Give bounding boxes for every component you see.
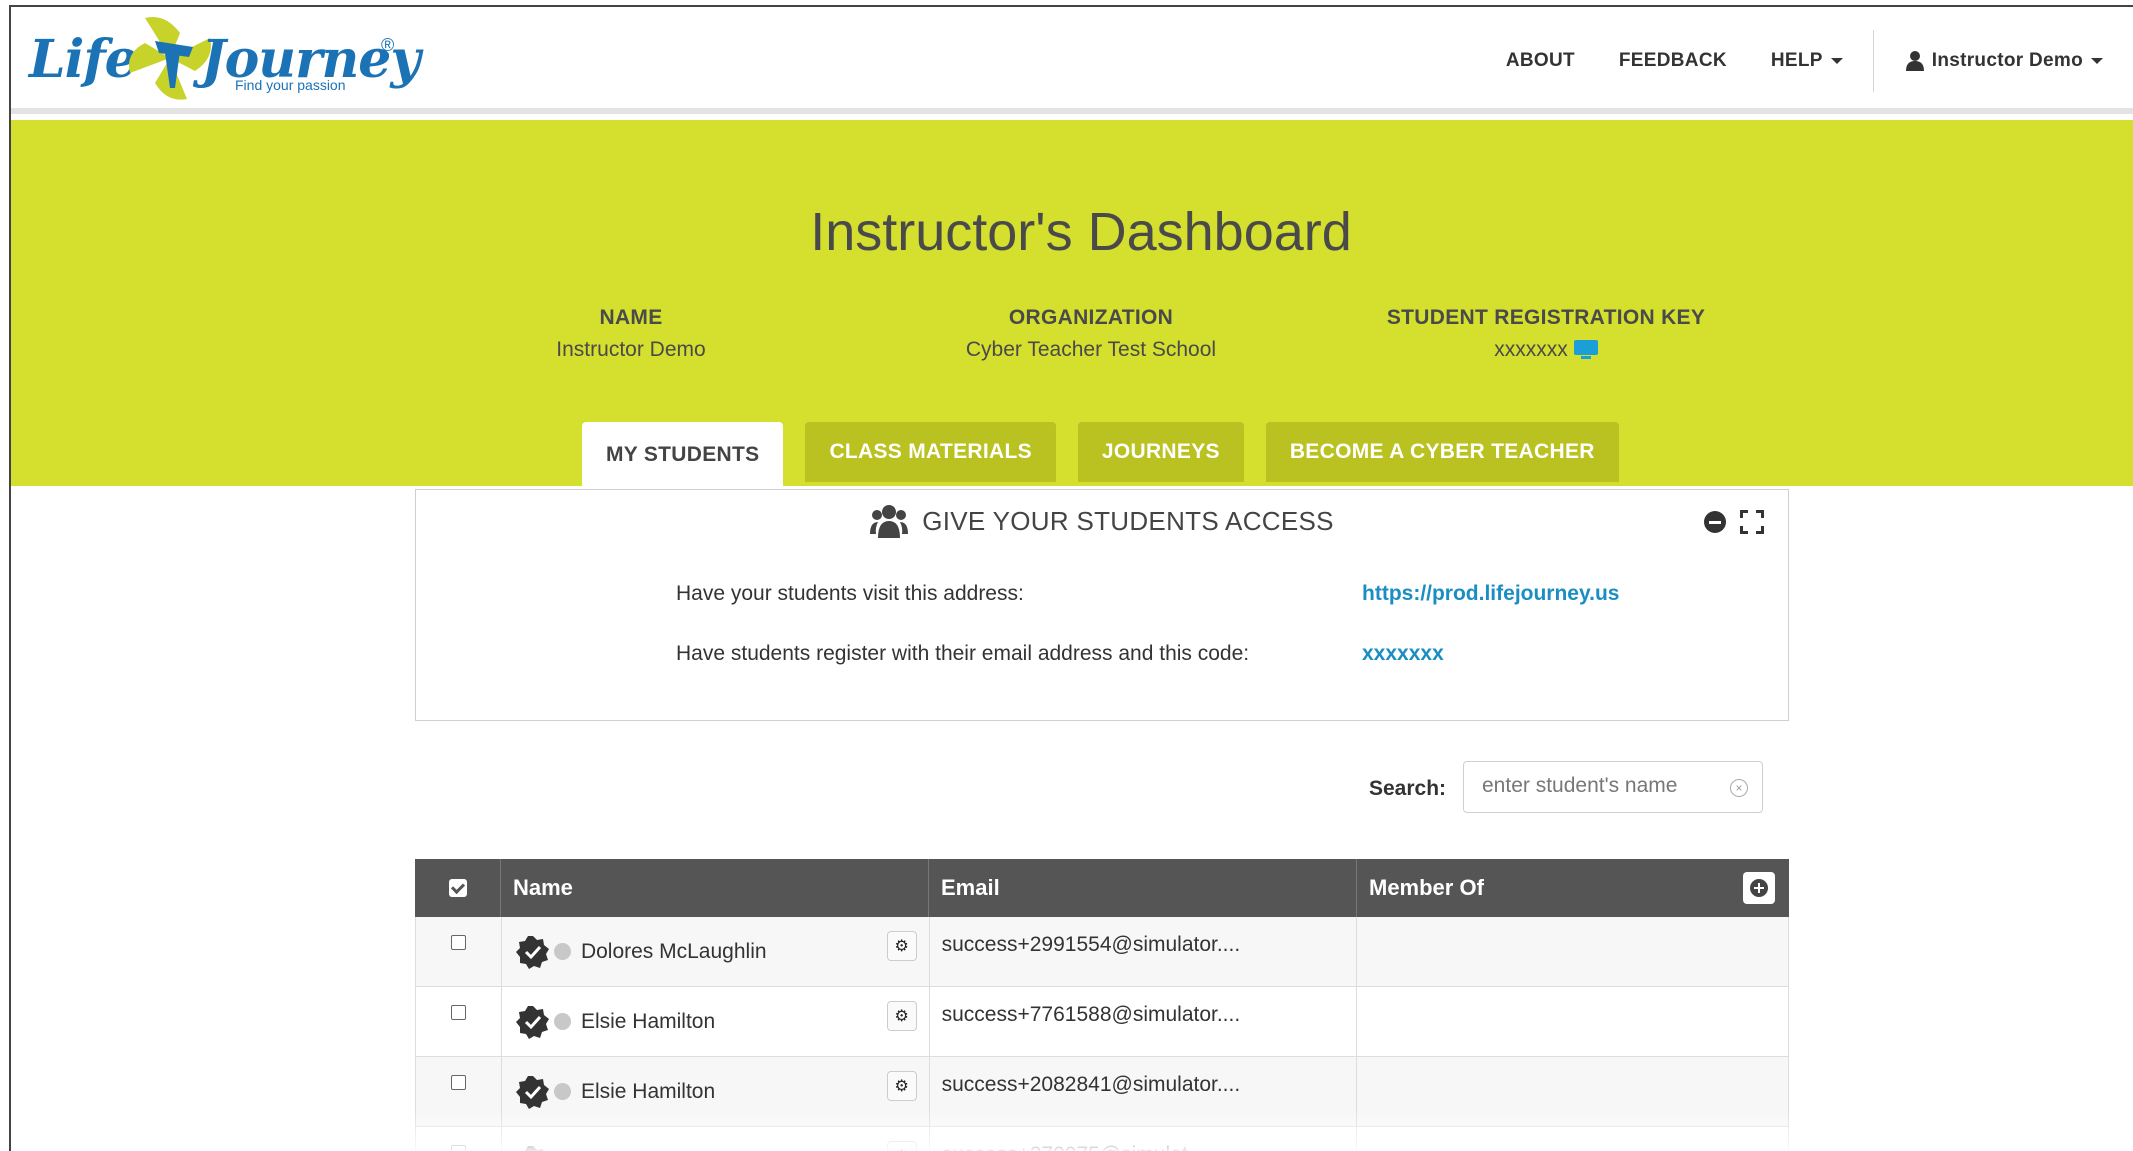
student-name-cell: Elsie Hamilton ⚙ bbox=[502, 987, 930, 1056]
monitor-icon[interactable] bbox=[1573, 340, 1598, 360]
tab-become-cyber-teacher[interactable]: BECOME A CYBER TEACHER bbox=[1265, 422, 1619, 482]
register-code-label: Have students register with their email … bbox=[676, 642, 1250, 665]
user-menu-dropdown[interactable]: Instructor Demo bbox=[1884, 50, 2133, 72]
student-email: success+2991554@simulator.... bbox=[941, 933, 1241, 956]
tab-journeys[interactable]: JOURNEYS bbox=[1077, 422, 1244, 482]
panel-tools bbox=[1704, 510, 1764, 534]
clear-search-icon[interactable]: × bbox=[1730, 779, 1748, 797]
registration-key-text: xxxxxxx bbox=[1494, 338, 1568, 361]
row-select-cell bbox=[416, 987, 502, 1056]
lifejourney-logo[interactable]: Life Journey ® Find your passion bbox=[29, 13, 421, 103]
logo-registered-mark: ® bbox=[381, 35, 395, 55]
status-dot bbox=[553, 1013, 571, 1030]
nav-feedback[interactable]: FEEDBACK bbox=[1597, 50, 1749, 72]
user-menu-label: Instructor Demo bbox=[1931, 49, 2083, 71]
verified-badge-icon bbox=[515, 1075, 550, 1109]
student-settings-button[interactable]: ⚙ bbox=[886, 1071, 917, 1101]
nav-help-dropdown[interactable]: HELP bbox=[1749, 50, 1865, 72]
search-label: Search: bbox=[1369, 777, 1447, 800]
nav-about[interactable]: ABOUT bbox=[1484, 50, 1597, 72]
gear-icon: ⚙ bbox=[894, 938, 909, 955]
student-email: success+7761588@simulator.... bbox=[941, 1003, 1241, 1026]
organization-label: ORGANIZATION bbox=[1008, 306, 1174, 329]
expand-icon[interactable] bbox=[1740, 510, 1764, 534]
registration-key-block: STUDENT REGISTRATION KEY xxxxxxx bbox=[1381, 306, 1711, 362]
register-code-link[interactable]: xxxxxxx bbox=[1362, 642, 1444, 666]
caret-down-icon bbox=[1830, 57, 1843, 64]
student-name-cell: Dolores McLaughlin ⚙ bbox=[502, 917, 930, 986]
logo-word-life: Life bbox=[29, 29, 138, 90]
gear-icon: ⚙ bbox=[894, 1078, 909, 1095]
organization-block: ORGANIZATION Cyber Teacher Test School bbox=[911, 306, 1271, 362]
plus-circle-icon bbox=[1750, 879, 1768, 897]
verified-badge-icon bbox=[515, 935, 550, 969]
nav-divider bbox=[1872, 29, 1874, 92]
student-access-panel: GIVE YOUR STUDENTS ACCESS Have your stud… bbox=[415, 489, 1789, 721]
nav-about-label: ABOUT bbox=[1505, 49, 1575, 71]
column-header-member-of: Member Of bbox=[1357, 859, 1789, 917]
bottom-fade bbox=[11, 1111, 2133, 1151]
row-select-cell bbox=[416, 917, 502, 986]
student-email-cell: success+2991554@simulator.... bbox=[930, 917, 1358, 986]
row-checkbox[interactable] bbox=[450, 1005, 466, 1020]
student-settings-button[interactable]: ⚙ bbox=[886, 1001, 917, 1031]
table-row[interactable]: Elsie Hamilton ⚙ success+7761588@simulator… bbox=[415, 987, 1789, 1057]
verified-badge-icon bbox=[515, 1005, 550, 1039]
page-title: Instructor's Dashboard bbox=[810, 202, 1352, 262]
user-icon bbox=[1905, 50, 1924, 71]
table-header: Name Email Member Of bbox=[415, 859, 1789, 917]
name-label: NAME bbox=[599, 306, 663, 329]
visit-address-label: Have your students visit this address: bbox=[676, 582, 1024, 605]
member-of-label: Member Of bbox=[1369, 875, 1484, 900]
column-header-name[interactable]: Name bbox=[501, 859, 929, 917]
status-dot bbox=[553, 1083, 571, 1100]
status-dot bbox=[553, 943, 571, 960]
collapse-icon[interactable] bbox=[1704, 511, 1726, 533]
logo-tagline: Find your passion bbox=[235, 77, 346, 93]
search-box: × bbox=[1463, 761, 1763, 813]
instructor-name-block: NAME Instructor Demo bbox=[481, 306, 781, 362]
panel-header: GIVE YOUR STUDENTS ACCESS bbox=[416, 504, 1788, 538]
row-checkbox[interactable] bbox=[450, 935, 466, 950]
dashboard-hero: Instructor's Dashboard NAME Instructor D… bbox=[11, 120, 2133, 487]
nav-help-label: HELP bbox=[1770, 49, 1823, 71]
student-name[interactable]: Elsie Hamilton bbox=[581, 1080, 715, 1104]
tab-my-students[interactable]: MY STUDENTS bbox=[582, 422, 784, 487]
dashboard-tabs: MY STUDENTS CLASS MATERIALS JOURNEYS BEC… bbox=[582, 421, 1619, 487]
student-settings-button[interactable]: ⚙ bbox=[886, 931, 917, 961]
student-name[interactable]: Elsie Hamilton bbox=[581, 1010, 715, 1034]
student-search-input[interactable] bbox=[1482, 762, 1722, 810]
top-navbar: Life Journey ® Find your passion ABOUT F… bbox=[11, 7, 2133, 114]
member-of-cell bbox=[1357, 917, 1789, 986]
name-value-text: Instructor Demo bbox=[556, 338, 706, 361]
tab-class-materials[interactable]: CLASS MATERIALS bbox=[805, 422, 1056, 482]
select-all-checkbox[interactable] bbox=[448, 879, 467, 897]
nav-feedback-label: FEEDBACK bbox=[1618, 49, 1727, 71]
users-group-icon bbox=[870, 505, 909, 538]
organization-value: Cyber Teacher Test School bbox=[911, 338, 1271, 362]
table-row[interactable]: Dolores McLaughlin ⚙ success+2991554@simul… bbox=[415, 917, 1789, 987]
student-name[interactable]: Dolores McLaughlin bbox=[581, 940, 767, 964]
organization-value-text: Cyber Teacher Test School bbox=[965, 338, 1217, 361]
column-header-email[interactable]: Email bbox=[929, 859, 1357, 917]
student-email-cell: success+7761588@simulator.... bbox=[930, 987, 1358, 1056]
gear-icon: ⚙ bbox=[894, 1008, 909, 1025]
registration-key-value: xxxxxxx bbox=[1381, 338, 1711, 362]
add-group-button[interactable] bbox=[1743, 872, 1775, 904]
caret-down-icon bbox=[2091, 57, 2103, 64]
student-email: success+2082841@simulator.... bbox=[941, 1073, 1241, 1096]
name-value: Instructor Demo bbox=[481, 338, 781, 362]
row-checkbox[interactable] bbox=[450, 1075, 466, 1090]
visit-address-link[interactable]: https://prod.lifejourney.us bbox=[1362, 582, 1619, 606]
students-table: Name Email Member Of Dolores McLaughlin ⚙… bbox=[415, 859, 1789, 1151]
nav-menu: ABOUT FEEDBACK HELP Instructor Demo bbox=[1484, 7, 2133, 114]
member-of-cell bbox=[1357, 987, 1789, 1056]
browser-frame: Life Journey ® Find your passion ABOUT F… bbox=[9, 5, 2133, 1151]
panel-title: GIVE YOUR STUDENTS ACCESS bbox=[922, 505, 1334, 536]
select-all-header[interactable] bbox=[415, 859, 501, 917]
registration-key-label: STUDENT REGISTRATION KEY bbox=[1386, 306, 1706, 329]
